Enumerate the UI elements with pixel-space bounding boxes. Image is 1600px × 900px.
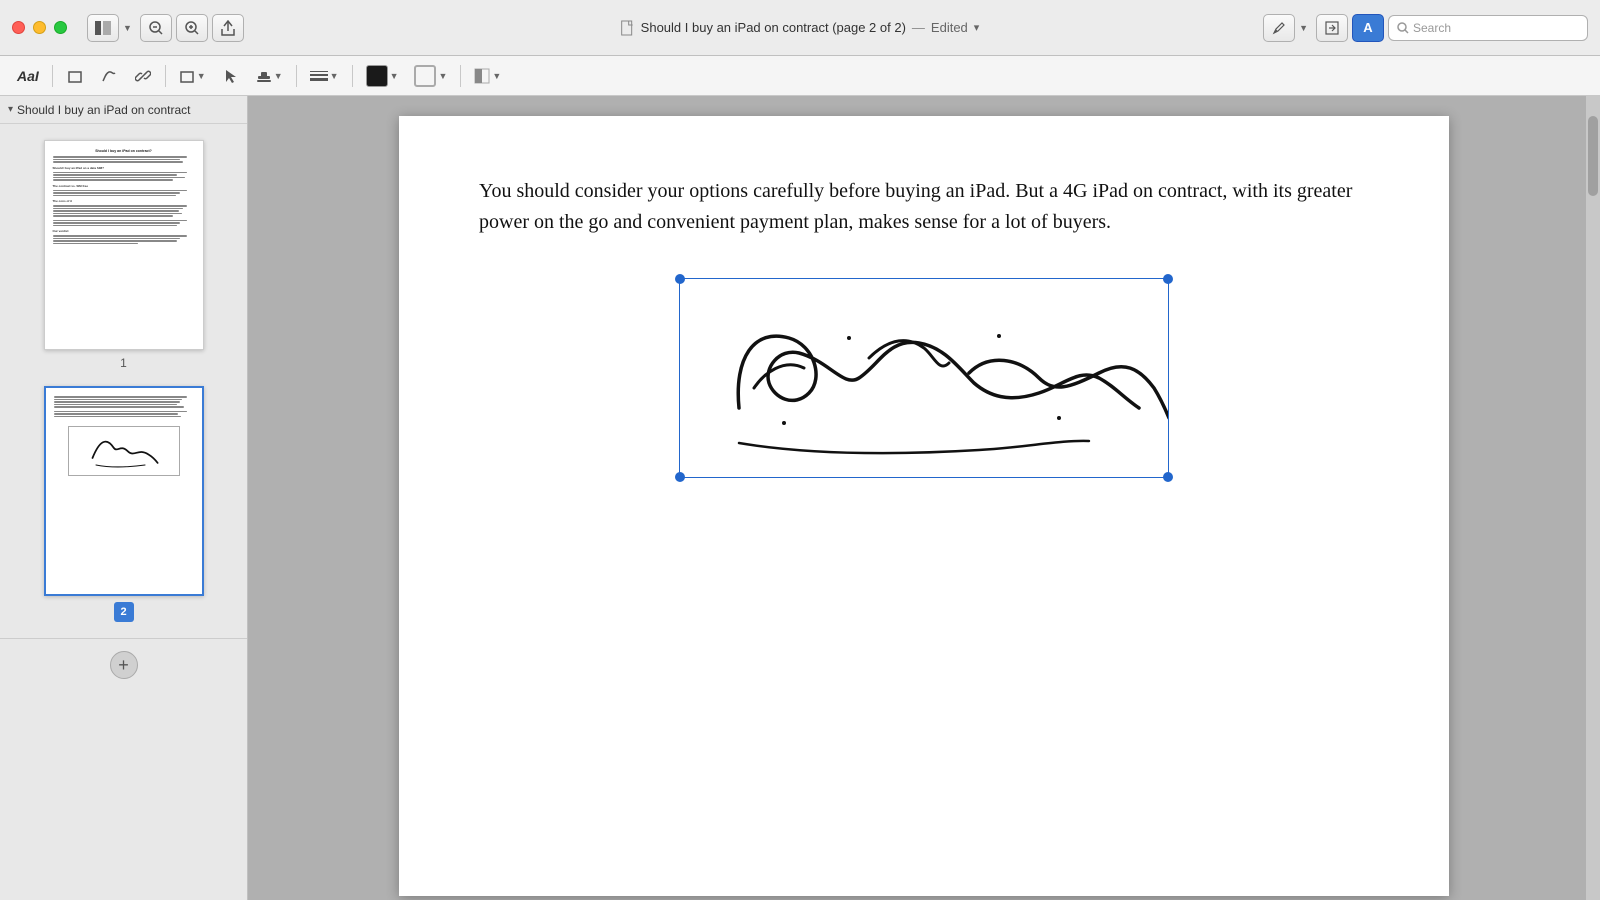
view-toggle-button[interactable] [87,14,119,42]
search-placeholder: Search [1413,21,1451,35]
page-2-number-badge: 2 [114,602,134,622]
toolbar-separator-4 [352,65,353,87]
titlebar: ▼ Should I buy an iPad on contract (page… [0,0,1600,56]
view-buttons: ▼ [87,14,132,42]
scrollbar-thumb[interactable] [1588,116,1598,196]
fullscreen-button[interactable] [54,21,67,34]
sidebar: ▾ Should I buy an iPad on contract Shoul… [0,96,248,900]
accessibility-button[interactable]: A [1352,14,1384,42]
share-button[interactable] [212,14,244,42]
zoom-buttons [140,14,244,42]
title-chevron-icon: ▾ [974,21,980,34]
doc-icon [621,20,635,36]
sketch-button[interactable] [95,62,123,90]
right-toolbar-buttons: ▼ A Search [1263,14,1588,42]
annotation-toolbar: AaI ▼ ▼ ▼ ▼ ▼ ▼ [0,56,1600,96]
cursor-tool-button[interactable] [217,62,245,90]
sidebar-title: Should I buy an iPad on contract [17,103,190,117]
sidebar-header: ▾ Should I buy an iPad on contract [0,96,247,124]
opacity-button[interactable]: ▼ [469,62,506,90]
stroke-color-swatch [414,65,436,87]
sidebar-collapse-icon[interactable]: ▾ [8,104,13,115]
document-title: Should I buy an iPad on contract (page 2… [641,20,906,35]
toolbar-separator-5 [460,65,461,87]
sidebar-bottom: + [0,638,247,691]
handle-top-right[interactable] [1163,274,1173,284]
markup-pen-button[interactable] [1263,14,1295,42]
minimize-button[interactable] [33,21,46,34]
toolbar-separator-2 [165,65,166,87]
sidebar-pages: Should I buy an iPad on contract? Should… [0,124,247,638]
main-layout: ▾ Should I buy an iPad on contract Shoul… [0,96,1600,900]
scrollbar[interactable] [1586,96,1600,900]
edited-status: Edited [931,20,968,35]
stamp-button[interactable]: ▼ [251,62,288,90]
link-button[interactable] [129,62,157,90]
search-field[interactable]: Search [1388,15,1588,41]
text-tool-button[interactable]: AaI [12,62,44,90]
selection-box [679,278,1169,478]
fill-color-swatch [366,65,388,87]
page-thumb-1[interactable]: Should I buy an iPad on contract? Should… [44,140,204,370]
markup-chevron[interactable]: ▼ [1299,23,1308,33]
share-export-button[interactable] [1316,14,1348,42]
fill-color-button[interactable]: ▼ [361,62,404,90]
stroke-color-button[interactable]: ▼ [409,62,452,90]
shape-tool-button[interactable]: ▼ [174,62,211,90]
toolbar-separator-3 [296,65,297,87]
search-icon [1397,22,1409,34]
page-2-preview [44,386,204,596]
traffic-lights [12,21,67,34]
handle-bottom-right[interactable] [1163,472,1173,482]
zoom-out-button[interactable] [140,14,172,42]
border-weight-button[interactable]: ▼ [305,62,344,90]
document-body-text: You should consider your options careful… [479,176,1369,238]
document-page-2: You should consider your options careful… [399,116,1449,896]
add-page-button[interactable]: + [110,651,138,679]
close-button[interactable] [12,21,25,34]
signature-image-container[interactable] [679,278,1169,478]
toolbar-separator-1 [52,65,53,87]
page-1-number: 1 [120,356,127,370]
rect-shape-button[interactable] [61,62,89,90]
document-area: You should consider your options careful… [248,96,1600,900]
handle-bottom-left[interactable] [675,472,685,482]
zoom-in-button[interactable] [176,14,208,42]
handle-top-left[interactable] [675,274,685,284]
page-thumb-2[interactable]: 2 [44,386,204,622]
page-1-preview: Should I buy an iPad on contract? Should… [44,140,204,350]
view-chevron[interactable]: ▼ [123,23,132,33]
title-bar-center: Should I buy an iPad on contract (page 2… [621,20,980,36]
title-separator: — [912,20,925,35]
